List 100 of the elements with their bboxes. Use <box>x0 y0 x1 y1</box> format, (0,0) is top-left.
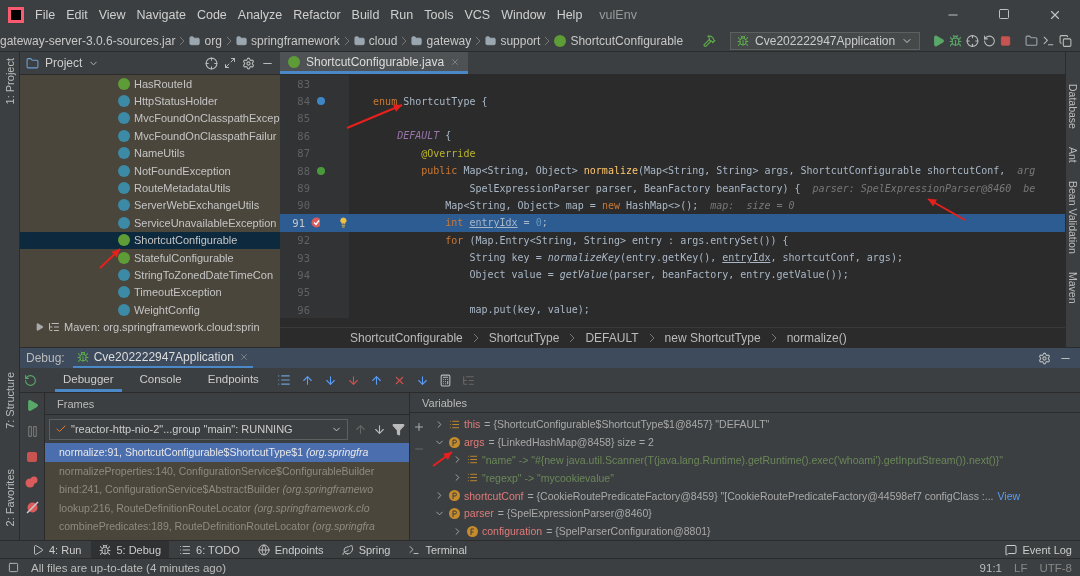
lightbulb-icon[interactable] <box>338 216 349 230</box>
tree-item[interactable]: HttpStatusHolder <box>20 92 280 110</box>
tool-window-tab[interactable]: Bean Validation <box>1067 180 1079 254</box>
menu-item[interactable]: Analyze <box>237 8 283 22</box>
menu-item[interactable]: Navigate <box>136 8 186 22</box>
breadcrumb[interactable]: DEFAULT <box>585 330 639 345</box>
menu-item[interactable]: Code <box>196 8 227 22</box>
step-into-icon[interactable] <box>323 373 337 387</box>
tree-item[interactable]: Maven: org.springframework.cloud:sprin <box>20 318 280 336</box>
tool-tab[interactable]: 6: TODO <box>171 541 248 558</box>
debug-tab[interactable]: Debugger <box>55 368 122 392</box>
tree-item[interactable]: WeightConfig <box>20 301 280 319</box>
breadcrumb[interactable]: ShortcutConfigurable <box>350 330 463 345</box>
editor-tab[interactable]: ShortcutConfigurable.java <box>280 52 469 74</box>
tree-item[interactable]: ServiceUnavailableException <box>20 214 280 232</box>
menu-item[interactable]: Window <box>501 8 546 22</box>
tree-item[interactable]: HasRouteId <box>20 75 280 93</box>
coverage-icon[interactable] <box>966 33 980 48</box>
debug-tab[interactable]: Console <box>131 368 190 392</box>
tool-window-tab[interactable]: Ant <box>1067 146 1079 163</box>
menu-icon[interactable] <box>276 373 291 387</box>
stack-frame[interactable]: normalize:91, ShortcutConfigurable$ShortcutType$1 (org.springfra <box>45 443 409 462</box>
breadcrumb[interactable]: ShortcutType <box>488 330 560 345</box>
session-tab[interactable]: Cve202222947Application <box>72 348 253 368</box>
pane-title[interactable]: Project <box>45 56 83 70</box>
debug-icon[interactable] <box>949 33 963 48</box>
tool-window-tab[interactable]: Database <box>1067 84 1079 129</box>
debug-tab[interactable]: Endpoints <box>199 368 267 392</box>
menu-item[interactable]: Edit <box>66 8 88 22</box>
pause-icon[interactable] <box>25 425 39 438</box>
filter-icon[interactable] <box>392 422 405 436</box>
breadcrumb[interactable]: org <box>204 33 222 48</box>
tool-tab[interactable]: Spring <box>333 541 399 558</box>
event-log-tab[interactable]: Event Log <box>997 541 1080 558</box>
view-link[interactable]: View <box>997 489 1021 502</box>
menu-item[interactable]: Run <box>390 8 414 22</box>
thread-dropdown[interactable]: "reactor-http-nio-2"...group "main": RUNNING <box>49 418 348 440</box>
locate-icon[interactable] <box>205 56 218 70</box>
window-icon[interactable] <box>1059 33 1072 48</box>
menu-item[interactable]: Help <box>556 8 583 22</box>
menu-item[interactable]: Build <box>351 8 380 22</box>
menu-item[interactable]: Refactor <box>293 8 341 22</box>
settings-icon[interactable] <box>242 56 255 70</box>
tool-tab[interactable]: 5: Debug <box>91 541 170 558</box>
tree-item[interactable]: StatefulConfigurable <box>20 248 280 267</box>
tree-item[interactable]: TimeoutException <box>20 283 280 302</box>
breadcrumb[interactable]: springframework <box>250 33 340 48</box>
add-watch-icon[interactable] <box>413 421 425 434</box>
tool-tab[interactable]: Terminal <box>400 541 475 558</box>
tree-item[interactable]: RouteMetadataUtils <box>20 179 280 197</box>
resume-icon[interactable] <box>25 399 39 412</box>
breadcrumb[interactable]: normalize() <box>786 330 847 345</box>
tree-item[interactable]: ServerWebExchangeUtils <box>20 196 280 215</box>
tool-window-tab[interactable]: 1: Project <box>3 58 16 105</box>
breakpoints-icon[interactable] <box>25 476 39 488</box>
profile-icon[interactable] <box>983 33 997 48</box>
menu-item[interactable]: Tools <box>424 8 454 22</box>
close-icon[interactable] <box>1048 8 1062 22</box>
tool-window-tab[interactable]: 2: Favorites <box>3 468 16 526</box>
maximize-icon[interactable] <box>998 8 1010 20</box>
breadcrumb[interactable]: new ShortcutType <box>664 330 761 345</box>
settings-icon[interactable] <box>1038 351 1051 365</box>
rerun-icon[interactable] <box>24 373 37 387</box>
menu-item[interactable]: File <box>35 8 56 22</box>
stop-icon[interactable] <box>26 451 38 463</box>
breadcrumb[interactable]: cloud <box>368 33 398 48</box>
mute-breakpoints-icon[interactable] <box>25 501 39 514</box>
project-structure-icon[interactable] <box>1025 33 1039 48</box>
stop-icon[interactable] <box>1000 34 1012 47</box>
tree-item[interactable]: ShortcutConfigurable <box>20 231 280 249</box>
force-step-into-icon[interactable] <box>346 373 360 387</box>
tree-item[interactable]: NameUtils <box>20 144 280 162</box>
breakpoint-icon[interactable] <box>311 217 321 229</box>
run-to-cursor-icon[interactable] <box>415 373 429 387</box>
collapse-icon[interactable] <box>224 57 236 69</box>
tree-item[interactable]: NotFoundException <box>20 161 280 180</box>
step-over-icon[interactable] <box>300 373 314 387</box>
code-line: int entryIdx = 0; <box>444 217 548 229</box>
breadcrumb[interactable]: ShortcutConfigurable <box>570 33 684 48</box>
tool-window-tab[interactable]: Maven <box>1067 271 1079 303</box>
tree-item[interactable]: StringToZonedDateTimeCon <box>20 266 280 284</box>
menu-item[interactable]: VCS <box>464 8 491 22</box>
expand-arrow-icon[interactable] <box>36 323 44 332</box>
breadcrumb[interactable]: gateway <box>426 33 472 48</box>
build-icon[interactable] <box>703 33 717 48</box>
step-out-icon[interactable] <box>369 373 383 387</box>
tool-tab[interactable]: Endpoints <box>249 541 332 558</box>
tool-window-tab[interactable]: 7: Structure <box>3 371 16 429</box>
tree-item[interactable]: MvcFoundOnClasspathFailur <box>20 127 280 145</box>
breadcrumb[interactable]: support <box>500 33 541 48</box>
run-icon[interactable] <box>932 33 946 48</box>
cursor-position[interactable]: 91:1 <box>979 561 1002 574</box>
evaluate-icon[interactable] <box>438 373 452 387</box>
tree-item[interactable]: MvcFoundOnClasspathExcep <box>20 109 280 128</box>
variable-name: args <box>464 436 485 449</box>
menu-item[interactable]: View <box>98 8 126 22</box>
run-config-dropdown[interactable]: Cve202222947Application <box>730 31 921 50</box>
next-frame-icon[interactable] <box>373 422 386 436</box>
breadcrumb[interactable]: gateway-server-3.0.6-sources.jar <box>0 33 176 48</box>
tool-tab[interactable]: 4: Run <box>24 541 90 558</box>
